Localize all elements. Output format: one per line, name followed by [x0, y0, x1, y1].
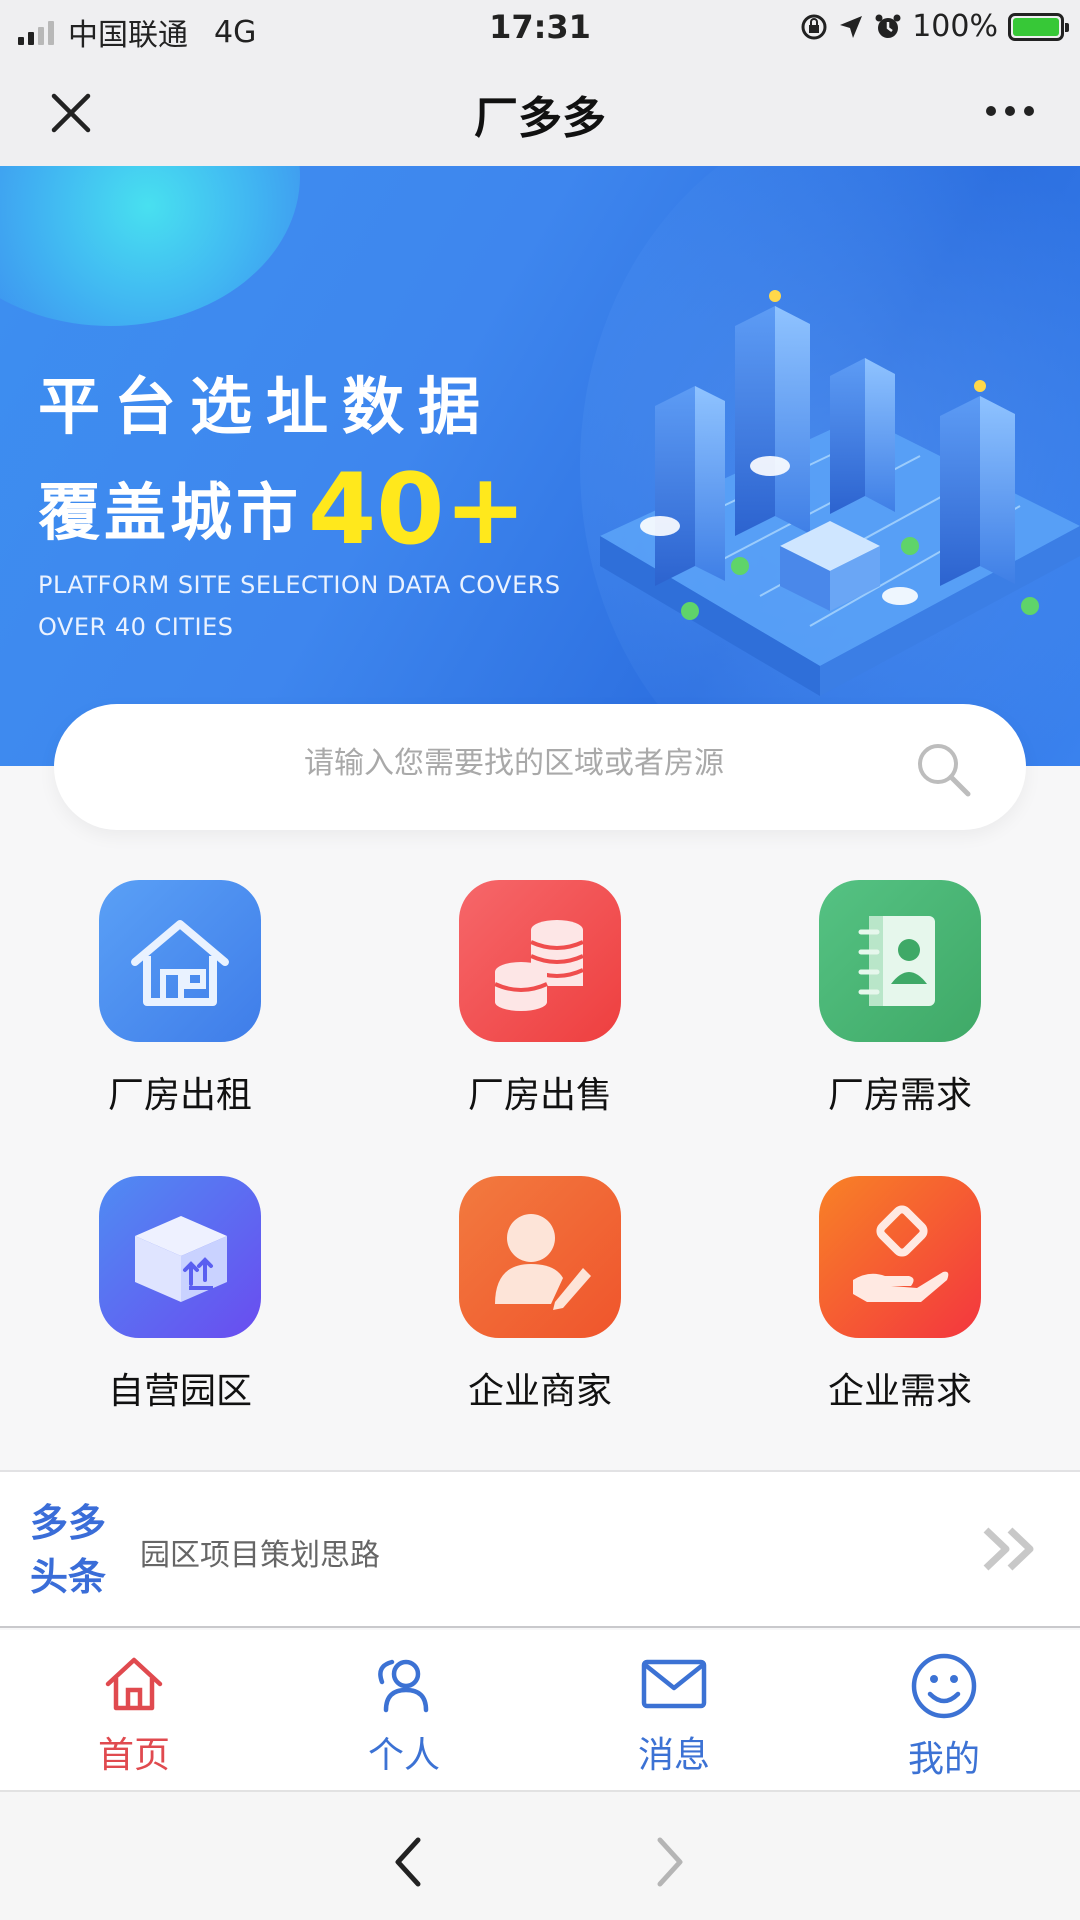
banner-headline: 平台选址数据 [38, 370, 495, 443]
battery-percent: 100% [912, 9, 998, 44]
news-ticker[interactable]: 多多 头条 园区项目策划思路 [0, 1470, 1080, 1628]
tab-personal-label: 个人 [367, 1735, 440, 1776]
rotation-lock-icon [801, 14, 827, 39]
banner-text: 平台选址数据 覆盖城市 40+ PLATFORM SITE SELECTION … [38, 356, 561, 648]
mail-icon [641, 1659, 707, 1709]
banner-english-line1: PLATFORM SITE SELECTION DATA COVERS [38, 571, 561, 599]
double-chevron-right-icon[interactable] [980, 1524, 1040, 1574]
tab-home[interactable]: 首页 [34, 1652, 234, 1778]
more-icon[interactable] [986, 106, 1034, 116]
contact-book-icon [819, 880, 981, 1042]
news-headline[interactable]: 园区项目策划思路 [140, 1530, 380, 1574]
hand-money-icon [819, 1176, 981, 1338]
back-chevron-icon[interactable] [390, 1836, 426, 1888]
search-input[interactable] [194, 746, 834, 781]
tab-messages-label: 消息 [637, 1735, 710, 1776]
tab-bar: 首页 个人 消息 我的 [0, 1630, 1080, 1790]
banner-subheadline: 覆盖城市 40+ [38, 453, 561, 567]
news-logo-line1: 多多 [30, 1501, 107, 1545]
grid-item-label: 自营园区 [107, 1371, 252, 1412]
user-edit-icon [459, 1176, 621, 1338]
grid-item-enterprise-demand[interactable]: 企业需求 [750, 1176, 1050, 1414]
grid-item-self-park[interactable]: 自营园区 [30, 1176, 330, 1414]
nav-bar: 厂多多 [0, 56, 1080, 166]
page-title: 厂多多 [474, 93, 606, 144]
package-box-icon [99, 1176, 261, 1338]
search-icon[interactable] [914, 740, 972, 798]
grid-item-factory-sale[interactable]: 厂房出售 [390, 880, 690, 1118]
forward-chevron-icon[interactable] [652, 1836, 688, 1888]
alarm-icon [875, 14, 901, 38]
house-icon [99, 880, 261, 1042]
news-logo: 多多 头条 [30, 1496, 106, 1604]
banner-highlight-number: 40+ [308, 453, 527, 567]
news-logo-line2: 头条 [30, 1555, 107, 1599]
promo-banner[interactable]: 平台选址数据 覆盖城市 40+ PLATFORM SITE SELECTION … [0, 166, 1080, 766]
grid-item-enterprise-merchant[interactable]: 企业商家 [390, 1176, 690, 1414]
tab-mine-label: 我的 [907, 1739, 980, 1780]
grid-item-label: 企业商家 [467, 1371, 612, 1412]
grid-item-factory-rent[interactable]: 厂房出租 [30, 880, 330, 1118]
banner-english-line2: OVER 40 CITIES [38, 613, 234, 641]
grid-item-label: 厂房出租 [107, 1075, 252, 1116]
person-icon [378, 1659, 429, 1713]
grid-item-label: 企业需求 [827, 1371, 972, 1412]
banner-subheadline-prefix: 覆盖城市 [38, 476, 303, 549]
smiley-icon [911, 1653, 977, 1719]
battery-icon [1008, 12, 1069, 41]
coins-icon [459, 880, 621, 1042]
search-bar[interactable] [54, 704, 1026, 830]
location-icon [840, 15, 863, 38]
status-right: 100% [800, 9, 1069, 44]
grid-item-label: 厂房出售 [467, 1075, 612, 1116]
tab-personal[interactable]: 个人 [304, 1652, 504, 1778]
isometric-city-illustration [600, 290, 1080, 696]
tab-home-label: 首页 [97, 1735, 170, 1776]
grid-item-factory-demand[interactable]: 厂房需求 [750, 880, 1050, 1118]
grid-item-label: 厂房需求 [827, 1075, 972, 1116]
browser-toolbar [0, 1790, 1080, 1920]
tab-mine[interactable]: 我的 [844, 1652, 1044, 1782]
tab-messages[interactable]: 消息 [574, 1652, 774, 1778]
home-icon [105, 1657, 163, 1711]
status-bar: 中国联通 4G 17:31 100% [0, 0, 1080, 56]
